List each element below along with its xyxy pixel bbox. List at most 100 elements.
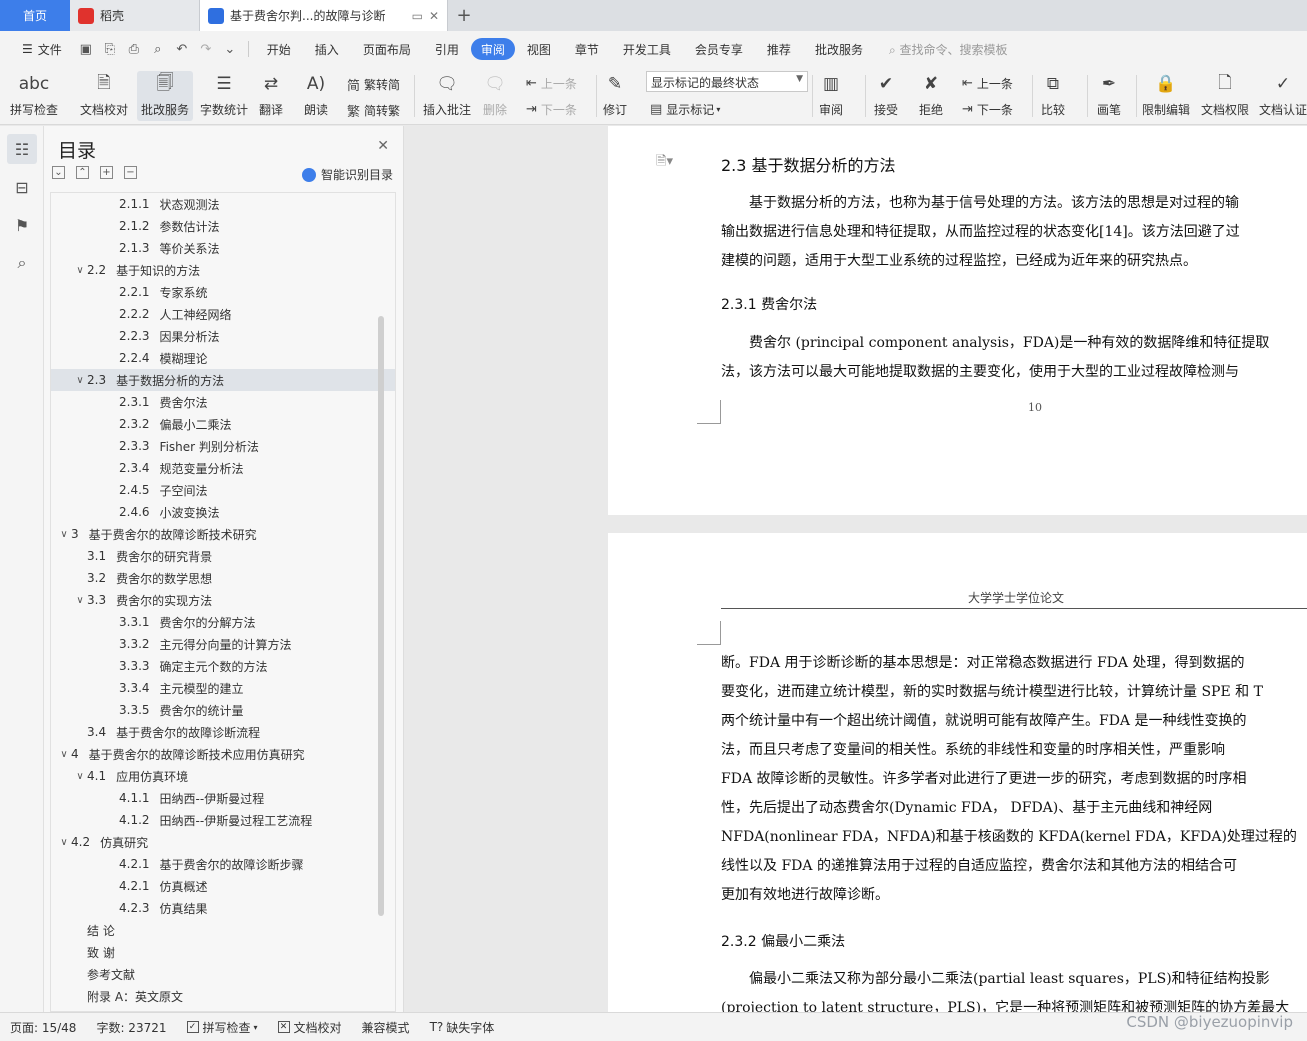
chevron-down-icon[interactable]: ∨	[57, 529, 71, 540]
menu-reference[interactable]: 引用	[423, 38, 471, 60]
toc-item[interactable]: 3.1 费舍尔的研究背景	[51, 545, 395, 567]
compare-button[interactable]: ⧉ 比较	[1040, 71, 1066, 118]
missing-font[interactable]: T? 缺失字体	[430, 1019, 495, 1036]
file-menu[interactable]: ☰ 文件	[10, 38, 74, 60]
tab-home[interactable]: 首页	[0, 0, 70, 31]
word-count-button[interactable]: ☰ 字数统计	[200, 71, 248, 118]
toc-item[interactable]: 2.3.2 偏最小二乘法	[51, 413, 395, 435]
toc-item[interactable]: 4.2.3 仿真结果	[51, 897, 395, 919]
toc-item[interactable]: 2.2.2 人工神经网络	[51, 303, 395, 325]
command-search[interactable]: ⌕ 查找命令、搜索模板	[889, 41, 1008, 58]
menu-insert[interactable]: 插入	[303, 38, 351, 60]
close-icon[interactable]: ✕	[377, 138, 389, 154]
toc-item[interactable]: 4.1.2 田纳西--伊斯曼过程工艺流程	[51, 809, 395, 831]
spell-check-button[interactable]: abc 拼写检查	[10, 71, 58, 118]
status-spell-check[interactable]: ✓ 拼写检查 ▾	[186, 1019, 258, 1036]
page-indicator[interactable]: 页面: 15/48	[10, 1019, 76, 1036]
save-icon[interactable]: ▣	[78, 41, 94, 57]
pin-icon[interactable]: ▭	[412, 9, 423, 23]
toc-item[interactable]: ∨ 4 基于费舍尔的故障诊断技术应用仿真研究	[51, 743, 395, 765]
toc-item[interactable]: 3.2 费舍尔的数学思想	[51, 567, 395, 589]
toc-item[interactable]: 结 论	[51, 919, 395, 941]
menu-layout[interactable]: 页面布局	[351, 38, 423, 60]
markup-state-select[interactable]: 显示标记的最终状态 ▼	[646, 71, 808, 92]
simp-to-trad-button[interactable]: 繁简转繁	[347, 101, 400, 120]
word-count[interactable]: 字数: 23721	[96, 1019, 166, 1036]
new-tab-button[interactable]: +	[448, 0, 480, 31]
tab-document[interactable]: 基于费舍尔判...的故障与诊断 ▭ ✕	[200, 0, 448, 31]
toc-item[interactable]: 4.2.1 基于费舍尔的故障诊断步骤	[51, 853, 395, 875]
toc-item[interactable]: 2.2.3 因果分析法	[51, 325, 395, 347]
chevron-down-icon[interactable]: ∨	[73, 595, 87, 606]
toc-scrollbar[interactable]	[378, 316, 384, 916]
chapter-nav-icon[interactable]: ⊟	[7, 172, 37, 202]
track-changes-button[interactable]: ✎ 修订	[602, 71, 628, 118]
chevron-down-icon[interactable]: ∨	[57, 749, 71, 760]
collapse-all-icon[interactable]: −	[124, 166, 137, 179]
expand-all-icon[interactable]: +	[100, 166, 113, 179]
document-area[interactable]: 🗎▾ 2.3 基于数据分析的方法 基于数据分析的方法，也称为基于信号处理的方法。…	[405, 126, 1307, 1012]
redo-icon[interactable]: ↷	[198, 41, 214, 57]
next-comment-button[interactable]: ⇥ 下一条	[526, 101, 577, 118]
toc-item[interactable]: 2.1.3 等价关系法	[51, 237, 395, 259]
toc-item[interactable]: 3.3.1 费舍尔的分解方法	[51, 611, 395, 633]
menu-devtools[interactable]: 开发工具	[611, 38, 683, 60]
next-change-button[interactable]: ⇥ 下一条	[962, 101, 1013, 118]
toc-item[interactable]: 2.2.4 模糊理论	[51, 347, 395, 369]
menu-review-service[interactable]: 批改服务	[803, 38, 875, 60]
delete-comment-button[interactable]: 🗨 删除	[482, 71, 508, 118]
accept-button[interactable]: ✔ 接受	[873, 71, 899, 118]
toc-item[interactable]: 参考文献	[51, 963, 395, 985]
undo-icon[interactable]: ↶	[174, 41, 190, 57]
toc-item[interactable]: 2.3.4 规范变量分析法	[51, 457, 395, 479]
review-pane-button[interactable]: ▥ 审阅	[818, 71, 844, 118]
review-service-button[interactable]: 🗐 批改服务	[137, 71, 194, 121]
menu-member[interactable]: 会员专享	[683, 38, 755, 60]
menu-view[interactable]: 视图	[515, 38, 563, 60]
page-menu-icon[interactable]: 🗎▾	[656, 152, 673, 174]
tab-daoke[interactable]: 稻壳	[70, 0, 200, 31]
toc-item[interactable]: 2.1.2 参数估计法	[51, 215, 395, 237]
smart-toc-button[interactable]: 智能识别目录	[301, 166, 393, 183]
toc-item[interactable]: 致 谢	[51, 941, 395, 963]
toc-item[interactable]: 3.3.2 主元得分向量的计算方法	[51, 633, 395, 655]
toc-item[interactable]: 2.2.1 专家系统	[51, 281, 395, 303]
show-markup-button[interactable]: ▤ 显示标记 ▾	[650, 101, 720, 118]
prev-comment-button[interactable]: ⇤ 上一条	[526, 75, 577, 92]
doc-permission-button[interactable]: 🗋 文档权限	[1201, 71, 1249, 118]
trad-to-simp-button[interactable]: 简繁转简	[347, 75, 400, 94]
chevron-down-icon[interactable]: ∨	[57, 837, 71, 848]
prev-change-button[interactable]: ⇤ 上一条	[962, 75, 1013, 92]
toc-item[interactable]: 4.2.1 仿真概述	[51, 875, 395, 897]
toc-item[interactable]: 2.4.6 小波变换法	[51, 501, 395, 523]
expand-down-icon[interactable]: ⌄	[52, 166, 65, 179]
doc-cert-button[interactable]: ✓ 文档认证	[1259, 71, 1307, 118]
toc-item[interactable]: 2.3.1 费舍尔法	[51, 391, 395, 413]
chevron-down-icon[interactable]: ∨	[73, 265, 87, 276]
menu-review[interactable]: 审阅	[470, 38, 515, 60]
chevron-down-icon[interactable]: ∨	[73, 771, 87, 782]
close-tab-icon[interactable]: ✕	[429, 9, 439, 23]
collapse-up-icon[interactable]: ⌃	[76, 166, 89, 179]
toc-item[interactable]: ∨ 3.3 费舍尔的实现方法	[51, 589, 395, 611]
toc-item[interactable]: 3.3.4 主元模型的建立	[51, 677, 395, 699]
toc-icon[interactable]: ☷	[7, 134, 37, 164]
insert-comment-button[interactable]: 🗨 插入批注	[423, 71, 471, 118]
menu-recommend[interactable]: 推荐	[755, 38, 803, 60]
toc-item[interactable]: ∨ 4.1 应用仿真环境	[51, 765, 395, 787]
restrict-edit-button[interactable]: 🔒 限制编辑	[1142, 71, 1190, 118]
toc-item[interactable]: 2.4.5 子空间法	[51, 479, 395, 501]
toc-item[interactable]: 附录 A：英文原文	[51, 985, 395, 1007]
print-icon[interactable]: ⎙	[126, 41, 142, 57]
status-proofread[interactable]: ✕ 文档校对	[277, 1019, 342, 1036]
toc-item[interactable]: 4.1.1 田纳西--伊斯曼过程	[51, 787, 395, 809]
menu-start[interactable]: 开始	[255, 38, 303, 60]
toc-item[interactable]: ∨ 2.3 基于数据分析的方法	[51, 369, 395, 391]
toc-item[interactable]: 3.3.3 确定主元个数的方法	[51, 655, 395, 677]
translate-button[interactable]: ⇄ 翻译	[258, 71, 284, 118]
toc-item[interactable]: 2.3.3 Fisher 判别分析法	[51, 435, 395, 457]
chevron-down-icon[interactable]: ∨	[73, 375, 87, 386]
toc-item[interactable]: 3.4 基于费舍尔的故障诊断流程	[51, 721, 395, 743]
reject-button[interactable]: ✘ 拒绝	[918, 71, 944, 118]
menu-chapter[interactable]: 章节	[563, 38, 611, 60]
